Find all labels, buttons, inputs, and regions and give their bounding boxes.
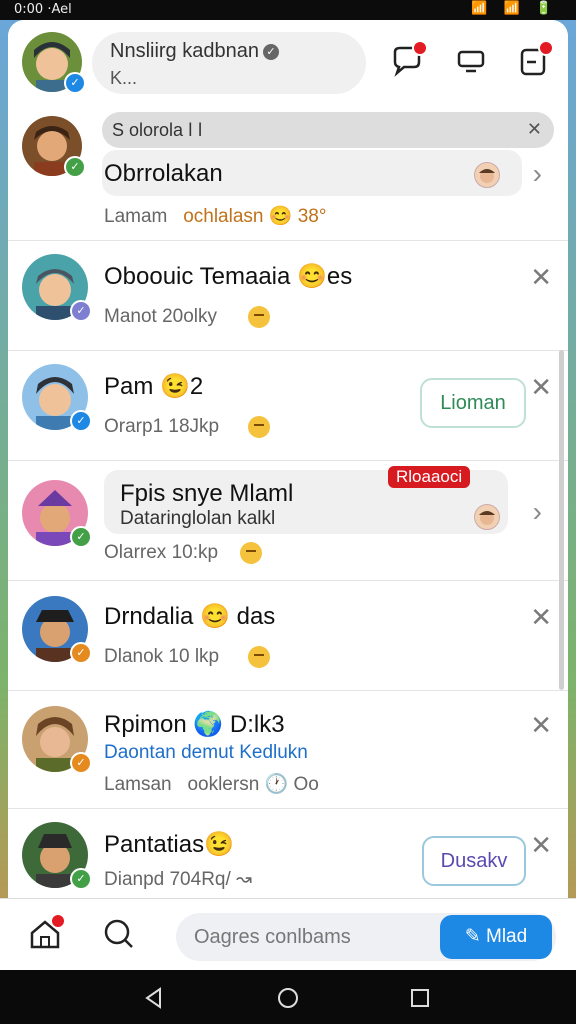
contact-avatar: ✓: [22, 822, 92, 890]
notification-dot: [50, 913, 66, 929]
online-badge-icon: ✓: [64, 156, 86, 178]
contact-name: Pantatias😉: [104, 831, 234, 858]
message-meta: Dlanok 10 lkp: [104, 646, 220, 667]
conversation-row[interactable]: ✓ Pantatias😉 Dianpd 704Rq/ ↝ Dusakv ✕: [8, 808, 568, 898]
search-bar[interactable]: S olorola ǀ ǀ ✕: [102, 112, 554, 148]
send-button[interactable]: ✎ Mlad: [440, 915, 552, 959]
action-button[interactable]: Lioman: [420, 378, 526, 428]
game-badge-icon: ✓: [70, 642, 92, 664]
verified-badge-icon: ✓: [64, 72, 86, 94]
recents-icon[interactable]: [408, 986, 432, 1010]
chevron-right-icon[interactable]: ›: [533, 158, 542, 190]
status-time: 0:00 ·Ael: [14, 2, 72, 17]
message-meta: Orarp1 18Jkp: [104, 416, 220, 437]
message-reaction: ochlalasn 😊 38°: [183, 206, 327, 227]
notification-dot: [412, 40, 428, 56]
search-icon[interactable]: [102, 917, 136, 951]
participant-avatar: [474, 504, 500, 530]
contact-avatar: ✓: [22, 364, 92, 432]
message-input-placeholder: Oagres conlbams: [194, 926, 351, 948]
message-meta: Manot 20olky: [104, 306, 218, 327]
contact-name: Pam 😉2: [104, 373, 204, 400]
conversation-row[interactable]: ✓ Rloaaoci Fpis snye Mlaml Dataringlolan…: [8, 460, 568, 581]
message-reaction: ooklersn 🕐 Oo: [187, 774, 319, 795]
contact-name: Drndalia 😊 das: [104, 603, 276, 630]
contact-avatar: ✓: [22, 480, 92, 548]
system-nav-bar: [0, 970, 576, 1024]
chat-list-panel: ✓ Nnsliirg kadbnan ✓ K... ✓ S olorola ǀ ǀ…: [8, 20, 568, 898]
message-time: Lamam: [104, 206, 168, 227]
clear-search-icon[interactable]: ✕: [527, 119, 542, 140]
notification-icon[interactable]: [516, 40, 554, 78]
online-badge-icon: ✓: [70, 868, 92, 890]
contact-name: Obrrolakan: [104, 160, 223, 187]
message-preview: Dataringlolan kalkl: [120, 508, 276, 529]
online-badge-icon: ✓: [70, 526, 92, 548]
conversation-row[interactable]: ✓ Oboouic Temaaia 😊es Manot 20olky ✕: [8, 240, 568, 351]
verified-badge-icon: ✓: [70, 300, 92, 322]
chevron-right-icon[interactable]: ›: [533, 496, 542, 528]
emoji-icon: [248, 646, 270, 668]
emoji-icon: [248, 416, 270, 438]
profile-subtitle: K...: [110, 68, 138, 88]
search-input[interactable]: S olorola ǀ ǀ: [112, 120, 202, 141]
profile-name-line: Nnsliirg kadbnan ✓: [110, 40, 279, 63]
emoji-icon: [240, 542, 262, 564]
message-meta: Olarrex 10:kp: [104, 542, 219, 563]
chat-bubble-icon[interactable]: [390, 40, 428, 78]
status-icons: 📶 📶 🔋: [471, 1, 558, 16]
contact-avatar: ✓: [22, 254, 92, 322]
message-meta: Lamsan ooklersn 🕐 Oo: [104, 772, 319, 796]
status-tag: Rloaaoci: [388, 466, 471, 488]
close-icon[interactable]: ✕: [530, 372, 552, 403]
message-meta: Dianpd 704Rq/ ↝: [104, 869, 252, 890]
close-icon[interactable]: ✕: [530, 710, 552, 741]
message-meta: Lamam ochlalasn 😊 38°: [104, 204, 326, 228]
conversation-row[interactable]: ✓ S olorola ǀ ǀ ✕ Obrrolakan › Lamam och…: [8, 106, 568, 241]
verified-check-icon: ✓: [262, 44, 279, 60]
profile-name-pill[interactable]: Nnsliirg kadbnan ✓ K...: [92, 32, 366, 94]
notification-dot: [538, 40, 554, 56]
conversation-row[interactable]: ✓ Pam 😉2 Orarp1 18Jkp Lioman ✕: [8, 350, 568, 461]
bottom-toolbar: Oagres conlbams ✎ Mlad: [0, 898, 576, 971]
action-button[interactable]: Dusakv: [422, 836, 526, 886]
scrollbar[interactable]: [559, 350, 564, 690]
conversation-row[interactable]: ✓ Drndalia 😊 das Dlanok 10 lkp ✕: [8, 580, 568, 691]
emoji-icon: [248, 306, 270, 328]
contact-avatar: ✓: [22, 116, 86, 178]
close-icon[interactable]: ✕: [530, 602, 552, 633]
game-badge-icon: ✓: [70, 752, 92, 774]
contact-name: Rpimon 🌍 D:lk3: [104, 711, 285, 738]
screen-share-icon[interactable]: [454, 44, 488, 78]
close-icon[interactable]: ✕: [530, 262, 552, 293]
home-nav-icon[interactable]: [276, 986, 300, 1010]
send-button-label: Mlad: [486, 926, 528, 947]
status-bar: 0:00 ·Ael 📶 📶 🔋: [0, 0, 576, 20]
back-icon[interactable]: [142, 986, 166, 1010]
profile-avatar[interactable]: ✓: [22, 32, 86, 94]
close-icon[interactable]: ✕: [530, 830, 552, 861]
edit-icon: ✎: [464, 926, 481, 947]
contact-avatar: ✓: [22, 596, 92, 664]
verified-badge-icon: ✓: [70, 410, 92, 432]
home-icon[interactable]: [28, 913, 66, 951]
message-preview: Daontan demut Kedlukn: [104, 742, 308, 763]
contact-avatar: ✓: [22, 706, 92, 774]
contact-name: Oboouic Temaaia 😊es: [104, 263, 353, 290]
participant-avatar: [474, 162, 500, 188]
message-time: Lamsan: [104, 774, 172, 795]
conversation-row[interactable]: ✓ Rpimon 🌍 D:lk3 Daontan demut Kedlukn L…: [8, 690, 568, 809]
profile-name: Nnsliirg kadbnan: [110, 40, 259, 62]
contact-name: Fpis snye Mlaml: [120, 480, 294, 507]
